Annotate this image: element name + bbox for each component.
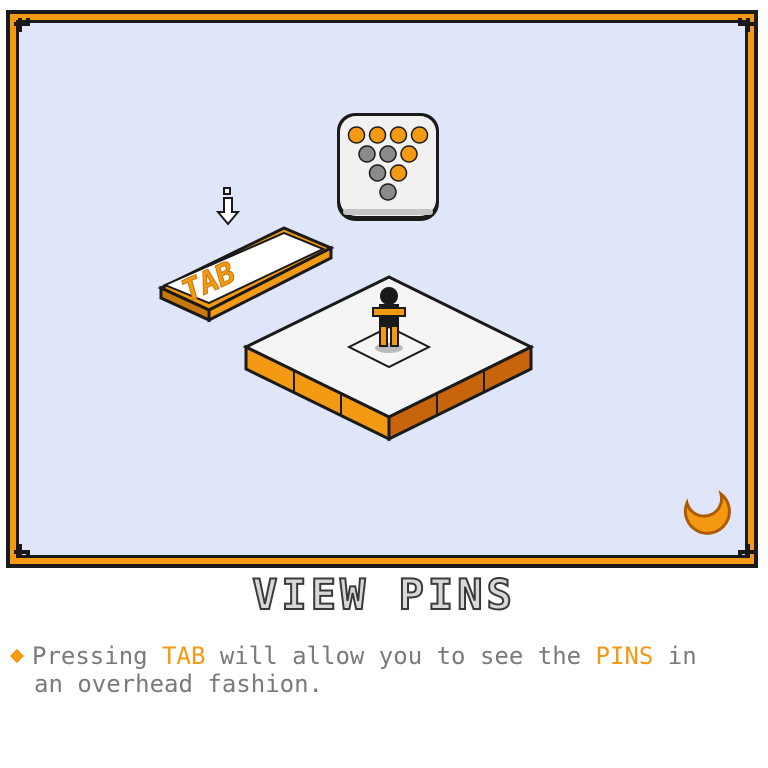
- pin-dot: [389, 164, 408, 182]
- tutorial-description: Pressing TAB will allow you to see the P…: [9, 642, 742, 698]
- tutorial-frame: TAB: [6, 10, 758, 568]
- tutorial-scene: TAB: [19, 23, 745, 555]
- pin-dot: [379, 183, 397, 201]
- loading-crescent-icon: [683, 490, 731, 535]
- key-highlight: TAB: [162, 642, 206, 670]
- pin-dot: [358, 145, 376, 163]
- down-arrow-icon: [215, 187, 241, 226]
- frame-corner-top-left: [14, 18, 32, 36]
- tutorial-illustration: TAB: [157, 113, 731, 535]
- pin-dot: [389, 126, 408, 144]
- pin-dot: [400, 145, 418, 163]
- frame-border: TAB: [10, 14, 754, 564]
- frame-corner-bottom-left: [14, 540, 32, 558]
- pin-dot: [347, 126, 366, 144]
- pin-dot: [410, 126, 429, 144]
- frame-corner-top-right: [736, 18, 754, 36]
- pin-dot: [368, 164, 387, 182]
- page-title: VIEW PINS: [251, 569, 516, 620]
- bowling-pins-icon: [337, 113, 439, 221]
- frame-corner-bottom-right: [736, 540, 754, 558]
- pins-highlight: PINS: [595, 642, 654, 670]
- bullet-icon: [9, 648, 25, 664]
- tab-key-icon: TAB: [157, 226, 335, 323]
- pin-dot: [368, 126, 387, 144]
- pin-dot: [379, 145, 397, 163]
